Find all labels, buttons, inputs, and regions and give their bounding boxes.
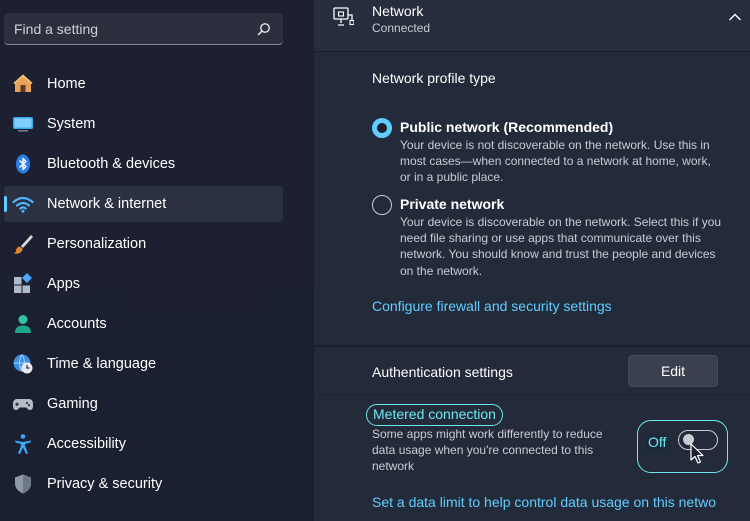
- network-profile-section: Network profile type Public network (Rec…: [314, 52, 750, 344]
- public-network-description: Your device is not discoverable on the n…: [400, 138, 711, 185]
- metered-connection-title: Metered connection: [366, 404, 503, 426]
- sidebar-item-label: Accounts: [47, 316, 107, 332]
- sidebar-item-label: Personalization: [47, 236, 147, 252]
- sidebar-item-system[interactable]: System: [4, 106, 283, 142]
- ethernet-icon: [333, 7, 354, 26]
- search-input[interactable]: [4, 13, 244, 44]
- bluetooth-icon: [12, 153, 34, 175]
- search-icon[interactable]: [257, 22, 271, 36]
- sidebar-item-label: Network & internet: [47, 196, 167, 212]
- gamepad-icon: [12, 393, 34, 415]
- sidebar-item-label: Bluetooth & devices: [47, 156, 176, 172]
- private-network-radio[interactable]: [372, 195, 392, 215]
- network-title: Network: [372, 3, 424, 19]
- sidebar-item-bluetooth[interactable]: Bluetooth & devices: [4, 146, 283, 182]
- sidebar-item-accounts[interactable]: Accounts: [4, 306, 283, 342]
- metered-connection-description: Some apps might work differently to redu…: [372, 427, 603, 473]
- wifi-icon: [12, 193, 34, 215]
- public-network-label: Public network (Recommended): [400, 119, 614, 135]
- network-header[interactable]: Network Connected: [314, 0, 750, 52]
- apps-icon: [12, 273, 34, 295]
- sidebar-item-apps[interactable]: Apps: [4, 266, 283, 302]
- public-network-radio[interactable]: [372, 118, 392, 138]
- sidebar-nav: Home System Bluetooth & devices Network …: [4, 66, 283, 506]
- accessibility-icon: [12, 433, 34, 455]
- authentication-label: Authentication settings: [372, 364, 513, 380]
- private-network-description: Your device is discoverable on the netwo…: [400, 215, 722, 278]
- data-limit-link[interactable]: Set a data limit to help control data us…: [372, 494, 750, 510]
- private-network-label: Private network: [400, 196, 505, 212]
- sidebar-item-label: Home: [47, 76, 86, 92]
- toggle-state-label: Off: [646, 434, 669, 450]
- sidebar-item-label: Gaming: [47, 396, 98, 412]
- sidebar: Home System Bluetooth & devices: [0, 0, 314, 521]
- globe-clock-icon: [12, 353, 34, 375]
- sidebar-item-label: Time & language: [47, 356, 157, 372]
- sidebar-item-label: Apps: [47, 276, 81, 292]
- sidebar-item-accessibility[interactable]: Accessibility: [4, 426, 283, 462]
- sidebar-item-time-language[interactable]: Time & language: [4, 346, 283, 382]
- mouse-cursor-icon: [690, 443, 704, 464]
- metered-connection-section: Metered connection Some apps might work …: [314, 396, 750, 521]
- person-icon: [12, 313, 34, 335]
- monitor-icon: [12, 113, 34, 135]
- sidebar-item-label: Privacy & security: [47, 476, 163, 492]
- main-content: Network Connected Network profile type P…: [314, 0, 750, 521]
- network-status: Connected: [372, 21, 431, 35]
- sidebar-item-personalization[interactable]: Personalization: [4, 226, 283, 262]
- sidebar-item-label: Accessibility: [47, 436, 126, 452]
- shield-icon: [12, 473, 34, 495]
- home-icon: [12, 73, 34, 95]
- sidebar-item-network[interactable]: Network & internet: [4, 186, 283, 222]
- edit-button[interactable]: Edit: [628, 355, 718, 387]
- sidebar-item-label: System: [47, 116, 96, 132]
- brush-icon: [12, 233, 34, 255]
- firewall-settings-link[interactable]: Configure firewall and security settings: [372, 298, 612, 314]
- sidebar-item-gaming[interactable]: Gaming: [4, 386, 283, 422]
- metered-toggle-group: Off: [637, 420, 728, 473]
- sidebar-item-privacy-security[interactable]: Privacy & security: [4, 466, 283, 502]
- profile-type-heading: Network profile type: [372, 70, 496, 86]
- chevron-up-icon[interactable]: [728, 12, 742, 22]
- sidebar-item-home[interactable]: Home: [4, 66, 283, 102]
- authentication-settings-row: Authentication settings Edit: [314, 346, 750, 394]
- search-box[interactable]: [4, 13, 283, 45]
